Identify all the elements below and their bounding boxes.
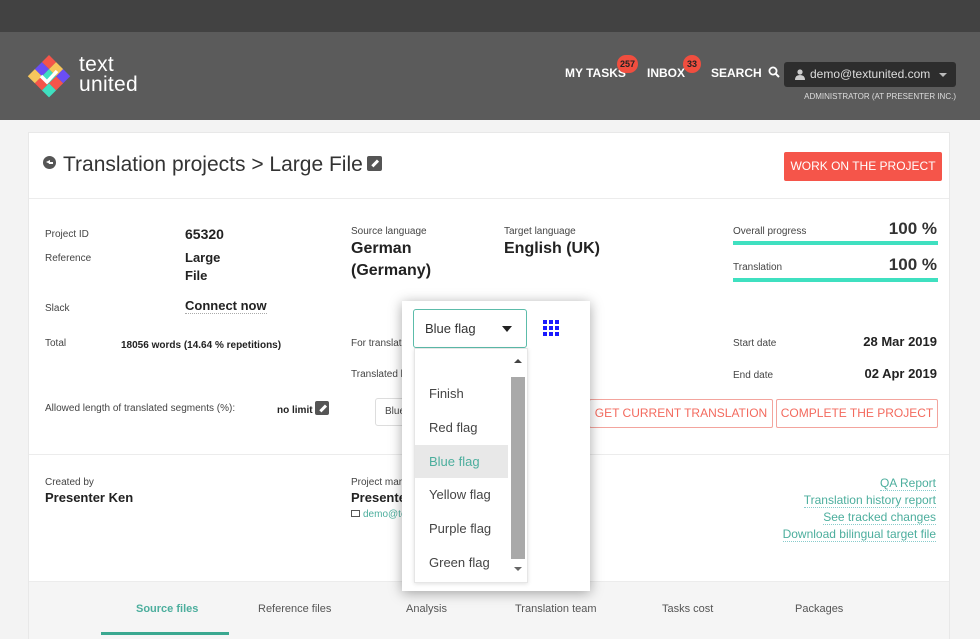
logo[interactable]: text united bbox=[27, 54, 147, 102]
breadcrumb-separator: > bbox=[251, 153, 264, 176]
mail-icon bbox=[351, 510, 360, 517]
chevron-down-icon bbox=[939, 73, 947, 77]
flag-options-list: Finish Red flag Blue flag Yellow flag Pu… bbox=[414, 348, 528, 583]
created-by-label: Created by bbox=[45, 477, 94, 488]
total-value: 18056 words (14.64 % repetitions) bbox=[121, 340, 282, 351]
overall-progress-bar bbox=[733, 241, 938, 245]
tab-source-files[interactable]: Source files bbox=[136, 603, 198, 615]
allowed-length-value: no limit bbox=[277, 405, 313, 416]
grid-icon[interactable] bbox=[543, 320, 559, 336]
target-language-value: English (UK) bbox=[504, 240, 600, 257]
translation-history-link[interactable]: Translation history report bbox=[803, 493, 936, 508]
page-title: Translation projects > Large File bbox=[43, 153, 382, 177]
title-row: Translation projects > Large File WORK O… bbox=[29, 133, 949, 199]
option-purple-flag[interactable]: Purple flag bbox=[415, 512, 508, 545]
option-blue-flag[interactable]: Blue flag bbox=[415, 445, 508, 478]
source-language-label: Source language bbox=[351, 226, 427, 237]
project-id-label: Project ID bbox=[45, 229, 89, 240]
end-date-value: 02 Apr 2019 bbox=[864, 366, 937, 381]
nav-search[interactable]: SEARCH bbox=[711, 66, 780, 80]
edit-title-icon[interactable] bbox=[366, 155, 382, 171]
tracked-changes-link[interactable]: See tracked changes bbox=[823, 510, 936, 525]
for-translation-label: For translati bbox=[351, 338, 404, 349]
option-green-flag[interactable]: Green flag bbox=[415, 546, 508, 579]
option-finish[interactable]: Finish bbox=[415, 377, 508, 410]
project-id-value: 65320 bbox=[185, 226, 224, 242]
inbox-badge: 33 bbox=[683, 55, 701, 73]
qa-report-link[interactable]: QA Report bbox=[879, 476, 936, 491]
user-role: ADMINISTRATOR (AT PRESENTER INC.) bbox=[804, 92, 956, 101]
overall-progress-value: 100 % bbox=[888, 219, 937, 238]
scrollbar[interactable] bbox=[509, 349, 527, 582]
nav-my-tasks[interactable]: MY TASKS bbox=[565, 66, 626, 80]
project-manager-email[interactable]: demo@te bbox=[351, 509, 407, 520]
translated-by-label: Translated b bbox=[351, 369, 407, 380]
search-icon bbox=[768, 66, 780, 78]
reference-label: Reference bbox=[45, 253, 92, 264]
edit-allowed-length-icon[interactable] bbox=[315, 401, 329, 415]
tab-translation-team[interactable]: Translation team bbox=[515, 603, 597, 615]
my-tasks-badge: 257 bbox=[617, 55, 639, 73]
flag-filter-popup: Blue flag Finish Red flag Blue flag Yell… bbox=[402, 301, 590, 591]
translation-progress-bar bbox=[733, 278, 938, 282]
user-icon bbox=[795, 69, 805, 80]
total-label: Total bbox=[45, 338, 67, 349]
reference-value: Large File bbox=[185, 250, 221, 283]
start-date-value: 28 Mar 2019 bbox=[863, 334, 937, 349]
overall-progress-fill bbox=[733, 241, 938, 245]
project-manager-value: Presente bbox=[351, 490, 406, 505]
scrollbar-thumb[interactable] bbox=[511, 377, 525, 559]
breadcrumb-current: Large File bbox=[269, 153, 363, 176]
option-red-flag[interactable]: Red flag bbox=[415, 411, 508, 444]
end-date-label: End date bbox=[733, 370, 774, 381]
tab-analysis[interactable]: Analysis bbox=[406, 603, 447, 615]
option-yellow-flag[interactable]: Yellow flag bbox=[415, 478, 508, 511]
scroll-up-icon[interactable] bbox=[514, 359, 522, 363]
scroll-down-icon[interactable] bbox=[514, 567, 522, 571]
logo-text: text united bbox=[79, 53, 139, 96]
allowed-length-label: Allowed length of translated segments (%… bbox=[45, 403, 236, 414]
get-current-translation-button[interactable]: GET CURRENT TRANSLATION bbox=[589, 399, 773, 428]
dropdown-arrow-icon bbox=[502, 326, 512, 332]
complete-project-button[interactable]: COMPLETE THE PROJECT bbox=[776, 399, 938, 428]
breadcrumb-parent[interactable]: Translation projects bbox=[63, 153, 245, 176]
slack-connect-link[interactable]: Connect now bbox=[185, 297, 267, 315]
flag-select[interactable]: Blue flag bbox=[413, 309, 527, 348]
work-on-project-button[interactable]: WORK ON THE PROJECT bbox=[784, 152, 942, 181]
translation-progress-label: Translation bbox=[733, 262, 783, 273]
start-date-label: Start date bbox=[733, 338, 777, 349]
logo-icon bbox=[27, 55, 71, 98]
translation-progress-value: 100 % bbox=[888, 255, 937, 274]
tab-reference-files[interactable]: Reference files bbox=[258, 603, 331, 615]
overall-progress-label: Overall progress bbox=[733, 226, 807, 237]
app-header: text united MY TASKS 257 INBOX 33 SEARCH… bbox=[0, 32, 980, 120]
project-manager-label: Project man bbox=[351, 477, 405, 488]
translation-progress-fill bbox=[733, 278, 938, 282]
target-language-label: Target language bbox=[504, 226, 576, 237]
created-by-value: Presenter Ken bbox=[45, 490, 134, 505]
download-bilingual-link[interactable]: Download bilingual target file bbox=[782, 527, 936, 542]
source-language-value: German (Germany) bbox=[351, 240, 432, 279]
nav-inbox[interactable]: INBOX bbox=[647, 66, 685, 80]
user-menu-button[interactable]: demo@textunited.com bbox=[784, 62, 956, 87]
back-arrow-icon[interactable] bbox=[43, 156, 56, 169]
tab-packages[interactable]: Packages bbox=[795, 603, 843, 615]
tab-tasks-cost[interactable]: Tasks cost bbox=[662, 603, 713, 615]
active-tab-indicator bbox=[101, 632, 229, 635]
slack-label: Slack bbox=[45, 303, 70, 314]
browser-top-strip bbox=[0, 0, 980, 32]
page-gutter bbox=[950, 120, 980, 639]
